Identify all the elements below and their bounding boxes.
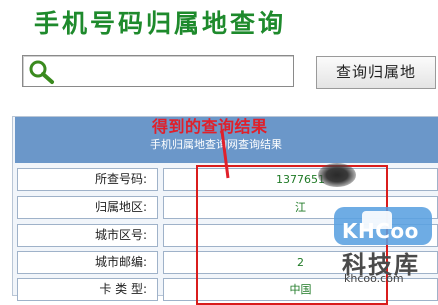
watermark-url: khcoo.com [344, 272, 404, 285]
row-label-region: 归属地区: [17, 196, 158, 219]
row-label-number: 所查号码: [17, 168, 158, 191]
watermark-logo: KHCoo [342, 219, 419, 243]
search-icon [29, 60, 54, 84]
row-label-cardtype: 卡 类 型: [17, 278, 158, 301]
row-label-areacode: 城市区号: [17, 224, 158, 247]
row-label-postcode: 城市邮编: [17, 251, 158, 274]
query-button[interactable]: 查询归属地 [316, 56, 436, 89]
page-title: 手机号码归属地查询 [34, 9, 287, 38]
redaction-blur [318, 163, 356, 187]
result-annotation: 得到的查询结果 [152, 117, 268, 136]
result-header-title: 手机归属地查询网查询结果 [150, 138, 282, 151]
search-input[interactable] [22, 55, 294, 87]
